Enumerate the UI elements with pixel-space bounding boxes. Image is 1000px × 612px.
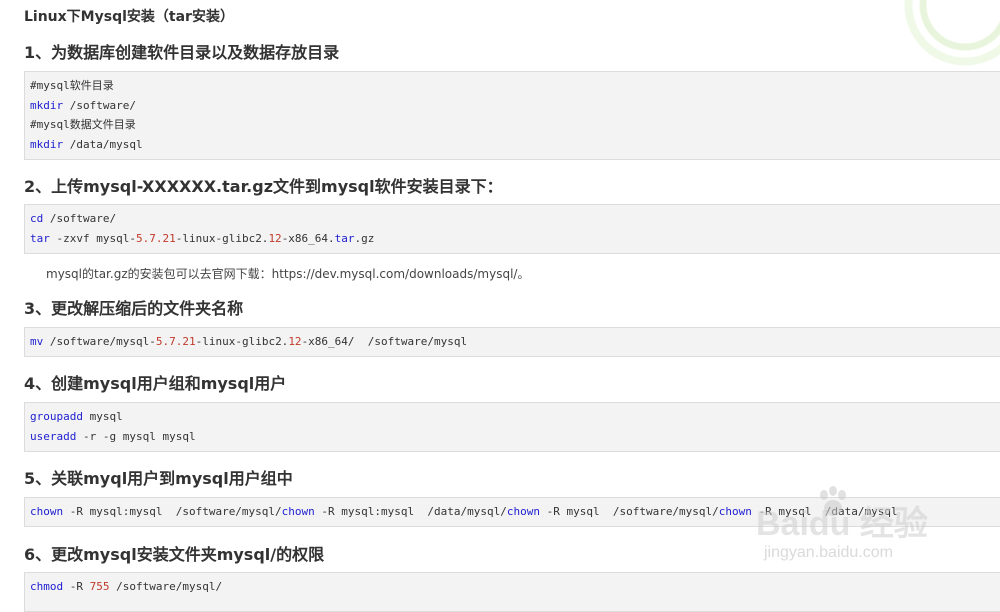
code-text: -r -g mysql mysql [76, 429, 196, 443]
code-number: 755 [89, 580, 110, 593]
code-keyword: mkdir [30, 98, 64, 112]
code-keyword: chown [718, 505, 752, 518]
code-keyword: chown [506, 505, 540, 518]
code-keyword: chown [30, 505, 64, 518]
step-3-heading: 3、更改解压缩后的文件夹名称 [24, 299, 244, 318]
step-2-code-block: cd /software/tar -zxvf mysql-5.7.21-linu… [24, 204, 1000, 254]
code-text: /data/mysql [63, 137, 143, 151]
code-line: #mysql软件目录 [30, 76, 1000, 96]
code-keyword: chown [281, 505, 315, 518]
code-keyword: cd [30, 212, 44, 225]
code-number: 5.7.21 [135, 231, 176, 245]
code-keyword: tar [30, 231, 50, 245]
code-text: /software/ [43, 212, 117, 225]
code-text: mysql [82, 410, 123, 423]
code-keyword: mv [30, 335, 44, 348]
code-text: -linux-glibc2. [195, 335, 289, 348]
code-text: -linux-glibc2. [175, 231, 269, 245]
step-1-code-block: #mysql软件目录 mkdir /software/ #mysql数据文件目录 mk… [24, 71, 1000, 160]
code-keyword: useradd [30, 429, 77, 443]
step-4-heading: 4、创建mysql用户组和mysql用户 [24, 374, 287, 393]
code-number: 5.7.21 [155, 335, 196, 348]
code-text: -R mysql:mysql /software/mysql/ [63, 505, 282, 518]
code-line: mkdir /software/ [30, 96, 1000, 116]
code-line: chmod -R 755 /software/mysql/ [30, 577, 1000, 597]
code-keyword: mkdir [30, 137, 64, 151]
code-text: /software/mysql/ [109, 580, 223, 593]
code-number: 12 [268, 231, 282, 245]
step-5-code-block: chown -R mysql:mysql /software/mysql/cho… [24, 497, 1000, 527]
code-text: -R mysql:mysql /data/mysql/ [314, 505, 507, 518]
code-text: /software/ [63, 98, 136, 112]
code-line: mkdir /data/mysql [30, 135, 1000, 155]
code-text: .gz [354, 231, 375, 245]
step-2-heading: 2、上传mysql-XXXXXX.tar.gz文件到mysql软件安装目录下： [24, 177, 503, 196]
code-line: #mysql数据文件目录 [30, 115, 1000, 135]
code-text: -R mysql /data/mysql [751, 505, 898, 518]
code-text: -x86_64. [281, 231, 335, 245]
code-keyword: groupadd [30, 410, 83, 423]
code-text: -x86_64/ /software/mysql [301, 335, 468, 348]
step-4-code-block: groupadd mysql useradd -r -g mysql mysql [24, 402, 1000, 452]
code-text: /software/mysql- [43, 335, 156, 348]
step-6-code-block: chmod -R 755 /software/mysql/ [24, 572, 1000, 612]
step-6-heading: 6、更改mysql安装文件夹mysql/的权限 [24, 545, 325, 564]
code-line: chown -R mysql:mysql /software/mysql/cho… [30, 502, 1000, 522]
code-line: useradd -r -g mysql mysql [30, 427, 1000, 447]
step-5-heading: 5、关联myql用户到mysql用户组中 [24, 469, 293, 488]
step-3-code-block: mv /software/mysql-5.7.21-linux-glibc2.1… [24, 327, 1000, 357]
code-line: groupadd mysql [30, 407, 1000, 427]
step-1-heading: 1、为数据库创建软件目录以及数据存放目录 [24, 43, 340, 62]
code-text: -R mysql /software/mysql/ [539, 505, 719, 518]
download-note: mysql的tar.gz的安装包可以去官网下载：https://dev.mysq… [46, 267, 530, 281]
watermark-domain: jingyan.baidu.com [764, 544, 893, 561]
code-text: -zxvf mysql- [49, 231, 136, 245]
page-title: Linux下Mysql安装（tar安装） [24, 9, 234, 25]
code-line: mv /software/mysql-5.7.21-linux-glibc2.1… [30, 332, 1000, 352]
code-keyword: tar [334, 231, 355, 245]
code-keyword: chmod [30, 580, 64, 593]
code-text: #mysql软件目录 [30, 79, 114, 92]
code-line: cd /software/ [30, 209, 1000, 229]
code-text: #mysql数据文件目录 [30, 118, 136, 131]
code-line: tar -zxvf mysql-5.7.21-linux-glibc2.12-x… [30, 229, 1000, 249]
code-text: -R [63, 580, 90, 593]
code-number: 12 [288, 335, 302, 348]
corner-decoration [890, 0, 1000, 80]
